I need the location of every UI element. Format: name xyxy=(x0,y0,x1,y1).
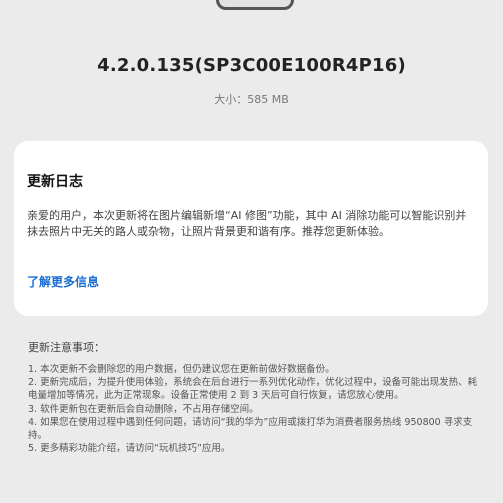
device-illustration xyxy=(216,0,294,10)
note-item: 1. 本次更新不会删除您的用户数据，但仍建议您在更新前做好数据备份。 xyxy=(28,364,335,375)
note-item: 4. 如果您在使用过程中遇到任何问题，请访问“我的华为”应用或拨打华为消费者服务… xyxy=(28,416,473,442)
version-number: 4.2.0.135(SP3C00E100R4P16) xyxy=(97,55,406,76)
package-size: 大小：585 MB xyxy=(214,93,289,106)
notes-list: 1. 本次更新不会删除您的用户数据，但仍建议您在更新前做好数据备份。 2. 更新… xyxy=(28,363,478,455)
note-item: 3. 软件更新包在更新后会自动删除，不占用存储空间。 xyxy=(28,403,259,415)
changelog-title: 更新日志 xyxy=(27,174,83,190)
note-item: 5. 更多精彩功能介绍，请访问“玩机技巧”应用。 xyxy=(28,443,231,455)
notes-title: 更新注意事项： xyxy=(28,341,105,354)
changelog-card: 更新日志 亲爱的用户，本次更新将在图片编辑新增“AI 修图”功能，其中 AI 消… xyxy=(14,141,488,316)
note-item: 2. 更新完成后，为提升使用体验，系统会在后台进行一系列优化动作，优化过程中，设… xyxy=(28,377,478,402)
changelog-body: 亲爱的用户，本次更新将在图片编辑新增“AI 修图”功能，其中 AI 消除功能可以… xyxy=(27,209,467,238)
learn-more-link[interactable]: 了解更多信息 xyxy=(27,273,99,290)
